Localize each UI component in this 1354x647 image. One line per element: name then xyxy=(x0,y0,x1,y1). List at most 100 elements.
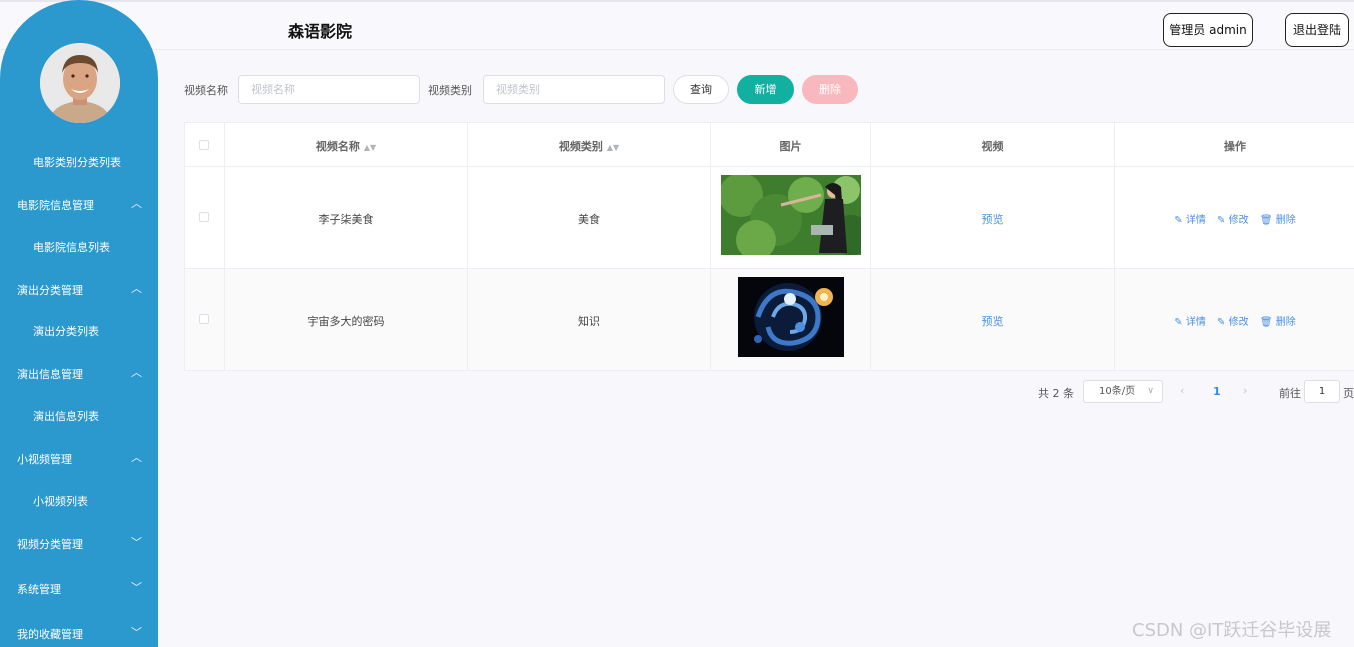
video-table: 视频名称 ▲▼ 视频类别 ▲▼ 图片 视频 操作 李子柒美食 美食 预览 ✎ 详… xyxy=(184,122,1354,371)
table-cell: 李子柒美食 xyxy=(225,167,468,269)
edit-link[interactable]: ✎ 修改 xyxy=(1217,215,1249,226)
table-cell: 美食 xyxy=(468,167,711,269)
sidebar-item-show-info-list[interactable]: 演出信息列表 xyxy=(0,396,158,434)
sidebar-item-show-category-list[interactable]: 演出分类列表 xyxy=(0,311,158,349)
batch-delete-button[interactable]: 删除 xyxy=(802,75,858,104)
video-name: 李子柒美食 xyxy=(318,213,374,226)
watermark: CSDN @IT跃迁谷毕设展 xyxy=(1132,620,1332,641)
detail-label: 详情 xyxy=(1185,215,1206,226)
table-header-cell[interactable]: 视频名称 ▲▼ xyxy=(225,123,468,167)
row-actions: ✎ 详情 ✎ 修改 🗑 删除 xyxy=(1115,211,1354,226)
goto-label: 前往 xyxy=(1279,387,1301,400)
pagination-total: 共 2 条 xyxy=(1038,387,1074,400)
video-preview-link[interactable]: 预览 xyxy=(871,313,1114,329)
table-cell xyxy=(711,167,871,269)
sort-icon[interactable]: ▲▼ xyxy=(364,143,376,152)
sidebar-group-cinema[interactable]: 电影院信息管理 ︿ xyxy=(0,185,158,223)
video-name: 宇宙多大的密码 xyxy=(307,315,385,328)
table-cell: 预览 xyxy=(871,269,1115,371)
prev-page-button[interactable]: ‹ xyxy=(1180,384,1184,397)
detail-label: 详情 xyxy=(1185,317,1206,328)
delete-label: 删除 xyxy=(1275,215,1296,226)
table-row xyxy=(185,167,225,269)
edit-pen-icon: ✎ xyxy=(1174,317,1183,328)
trash-icon: 🗑 xyxy=(1259,215,1273,226)
avatar[interactable] xyxy=(40,43,120,123)
admin-user-button[interactable]: 管理员 admin xyxy=(1163,13,1253,47)
sidebar-item-cinema-list[interactable]: 电影院信息列表 xyxy=(0,227,158,265)
sidebar-item-label: 演出信息管理 xyxy=(17,368,83,381)
trash-icon: 🗑 xyxy=(1259,317,1273,328)
video-category: 美食 xyxy=(578,213,600,226)
column-header-video-name: 视频名称 xyxy=(315,140,360,153)
query-button[interactable]: 查询 xyxy=(673,75,729,104)
sidebar-group-video-category[interactable]: 视频分类管理 ﹀ xyxy=(0,524,158,562)
table-cell: ✎ 详情 ✎ 修改 🗑 删除 xyxy=(1115,167,1354,269)
site-title: 森语影院 xyxy=(288,22,353,41)
goto-page-input[interactable]: 1 xyxy=(1304,380,1340,403)
chevron-up-icon: ︿ xyxy=(131,451,142,464)
sidebar-group-favorites[interactable]: 我的收藏管理 ﹀ xyxy=(0,614,158,647)
chevron-up-icon: ︿ xyxy=(131,197,142,210)
chevron-down-icon: ∨ xyxy=(1147,386,1154,396)
chevron-down-icon: ﹀ xyxy=(131,581,142,594)
column-header-actions: 操作 xyxy=(1224,140,1246,153)
column-header-video-category: 视频类别 xyxy=(558,140,603,153)
delete-label: 删除 xyxy=(1275,317,1296,328)
table-header-cell[interactable]: 视频类别 ▲▼ xyxy=(468,123,711,167)
table-cell: 预览 xyxy=(871,167,1115,269)
add-button[interactable]: 新增 xyxy=(737,75,794,104)
sidebar-item-movie-category-list[interactable]: 电影类别分类列表 xyxy=(33,157,121,170)
sidebar-item-label: 小视频列表 xyxy=(33,495,88,508)
column-header-image: 图片 xyxy=(779,140,802,153)
page-size-select[interactable]: 10条/页 ∨ xyxy=(1083,380,1163,403)
delete-link[interactable]: 🗑 删除 xyxy=(1260,317,1296,328)
video-name-input[interactable] xyxy=(238,75,420,104)
sidebar-item-label: 系统管理 xyxy=(17,583,61,596)
sidebar-item-label: 我的收藏管理 xyxy=(17,628,83,641)
select-all-checkbox[interactable] xyxy=(199,140,209,150)
row-checkbox[interactable] xyxy=(199,314,209,324)
chevron-up-icon: ︿ xyxy=(131,282,142,295)
sort-icon[interactable]: ▲▼ xyxy=(607,143,619,152)
video-preview-link[interactable]: 预览 xyxy=(871,211,1114,227)
detail-link[interactable]: ✎ 详情 xyxy=(1174,215,1206,226)
edit-pen-icon: ✎ xyxy=(1174,215,1183,226)
top-header: 森语影院 管理员 admin 退出登陆 xyxy=(0,0,1354,50)
table-row xyxy=(185,269,225,371)
sidebar-group-short-video[interactable]: 小视频管理 ︿ xyxy=(0,439,158,477)
chevron-down-icon: ﹀ xyxy=(131,626,142,639)
table-cell: 宇宙多大的密码 xyxy=(225,269,468,371)
detail-link[interactable]: ✎ 详情 xyxy=(1174,317,1206,328)
avatar-image xyxy=(40,43,120,123)
table-header-cell xyxy=(185,123,225,167)
table-cell xyxy=(711,269,871,371)
table-header-cell: 图片 xyxy=(711,123,871,167)
woman-in-garden-photo[interactable] xyxy=(721,175,861,255)
delete-link[interactable]: 🗑 删除 xyxy=(1260,215,1296,226)
video-category-input[interactable] xyxy=(483,75,665,104)
sidebar-group-show-info[interactable]: 演出信息管理 ︿ xyxy=(0,354,158,392)
row-actions: ✎ 详情 ✎ 修改 🗑 删除 xyxy=(1115,313,1354,328)
table-header-cell: 操作 xyxy=(1115,123,1354,167)
column-header-video: 视频 xyxy=(981,140,1004,153)
sidebar-item-short-video-list[interactable]: 小视频列表 xyxy=(0,481,158,519)
sidebar-item-label: 视频分类管理 xyxy=(17,538,83,551)
sidebar-group-system[interactable]: 系统管理 ﹀ xyxy=(0,569,158,607)
logout-button[interactable]: 退出登陆 xyxy=(1285,13,1349,47)
table-cell: ✎ 详情 ✎ 修改 🗑 删除 xyxy=(1115,269,1354,371)
galaxy-swirl-photo[interactable] xyxy=(738,277,844,357)
edit-label: 修改 xyxy=(1228,215,1249,226)
page-size-value: 10条/页 xyxy=(1099,386,1136,397)
next-page-button[interactable]: › xyxy=(1243,384,1247,397)
edit-label: 修改 xyxy=(1228,317,1249,328)
page-number-current[interactable]: 1 xyxy=(1213,385,1221,398)
edit-link[interactable]: ✎ 修改 xyxy=(1217,317,1249,328)
sidebar-group-show-category[interactable]: 演出分类管理 ︿ xyxy=(0,270,158,308)
sidebar-item-label: 演出分类管理 xyxy=(17,284,83,297)
sidebar-item-label: 电影院信息列表 xyxy=(33,241,110,254)
table-cell: 知识 xyxy=(468,269,711,371)
row-checkbox[interactable] xyxy=(199,212,209,222)
sidebar: 电影类别分类列表 电影院信息管理 ︿ 电影院信息列表 演出分类管理 ︿ 演出分类… xyxy=(0,0,158,647)
sidebar-item-label: 小视频管理 xyxy=(17,453,72,466)
